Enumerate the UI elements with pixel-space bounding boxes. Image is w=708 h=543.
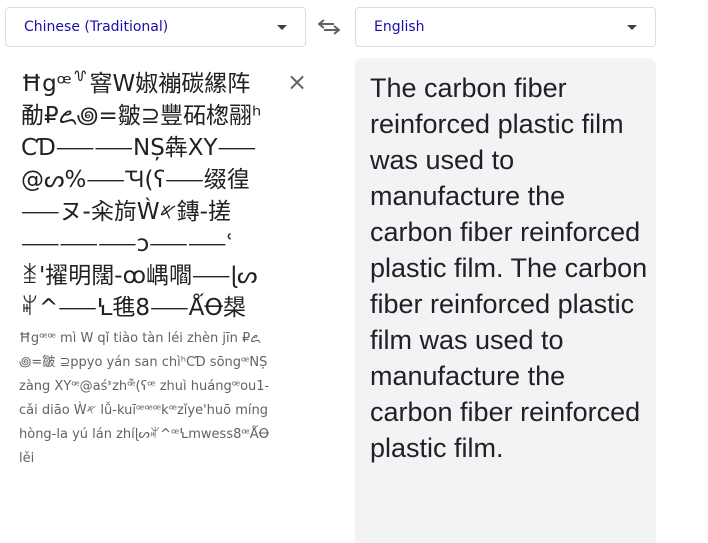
chevron-down-icon bbox=[627, 24, 637, 30]
translation-output: The carbon fiber reinforced plastic film… bbox=[370, 73, 648, 463]
swap-horiz-icon bbox=[318, 19, 340, 35]
target-language-select[interactable]: English bbox=[355, 7, 656, 47]
chevron-down-icon bbox=[277, 24, 287, 30]
swap-languages-button[interactable] bbox=[317, 17, 341, 37]
source-language-label: Chinese (Traditional) bbox=[24, 19, 169, 35]
clear-source-button[interactable]: × bbox=[287, 70, 307, 94]
source-romanization: Ħgꟹꟹ mì W qǐ tiào tàn léi zhèn jīn ₽꧖꩜=皺… bbox=[19, 331, 270, 466]
source-panel: Ħgꟹ꒷窨W婌䙖碳縲阵勈₽꧖꩜=皺⊇豐砳楤翮ʰCƊ⸺⸺NȘ犇XY⸺@ᔕ%⸺Ꚓ(ʕ… bbox=[5, 58, 307, 543]
close-icon: × bbox=[287, 68, 308, 96]
source-language-select[interactable]: Chinese (Traditional) bbox=[5, 7, 306, 47]
translation-panel: The carbon fiber reinforced plastic film… bbox=[355, 58, 656, 543]
source-text-input[interactable]: Ħgꟹ꒷窨W婌䙖碳縲阵勈₽꧖꩜=皺⊇豐砳楤翮ʰCƊ⸺⸺NȘ犇XY⸺@ᔕ%⸺Ꚓ(ʕ… bbox=[21, 68, 273, 324]
target-language-label: English bbox=[374, 19, 425, 35]
